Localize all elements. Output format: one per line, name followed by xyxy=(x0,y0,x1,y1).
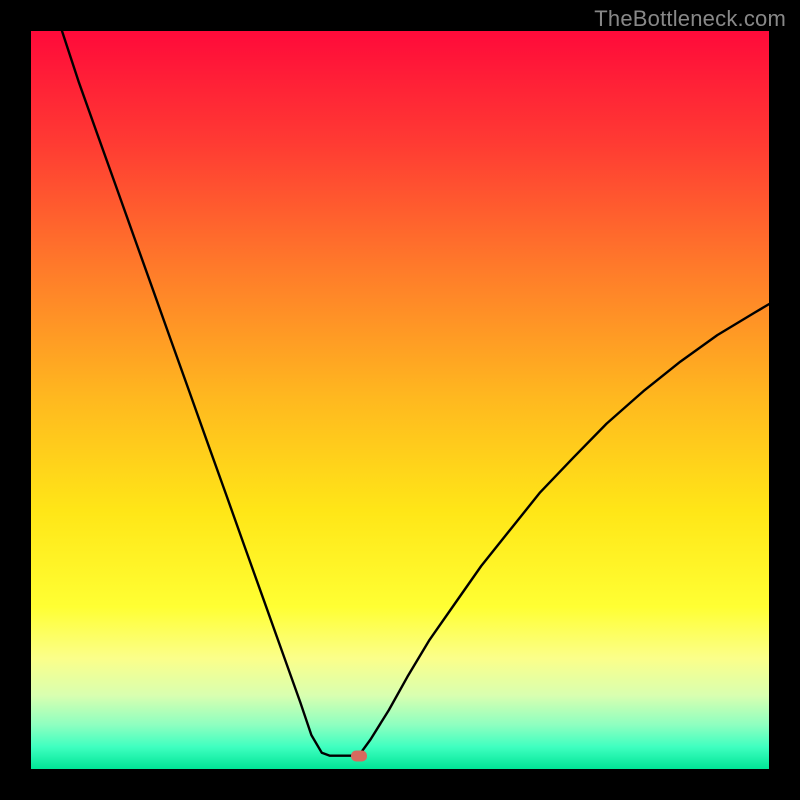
optimum-marker-icon xyxy=(351,751,367,762)
chart-frame: TheBottleneck.com xyxy=(0,0,800,800)
watermark-label: TheBottleneck.com xyxy=(594,6,786,32)
bottleneck-curve xyxy=(31,31,769,769)
plot-area xyxy=(31,31,769,769)
